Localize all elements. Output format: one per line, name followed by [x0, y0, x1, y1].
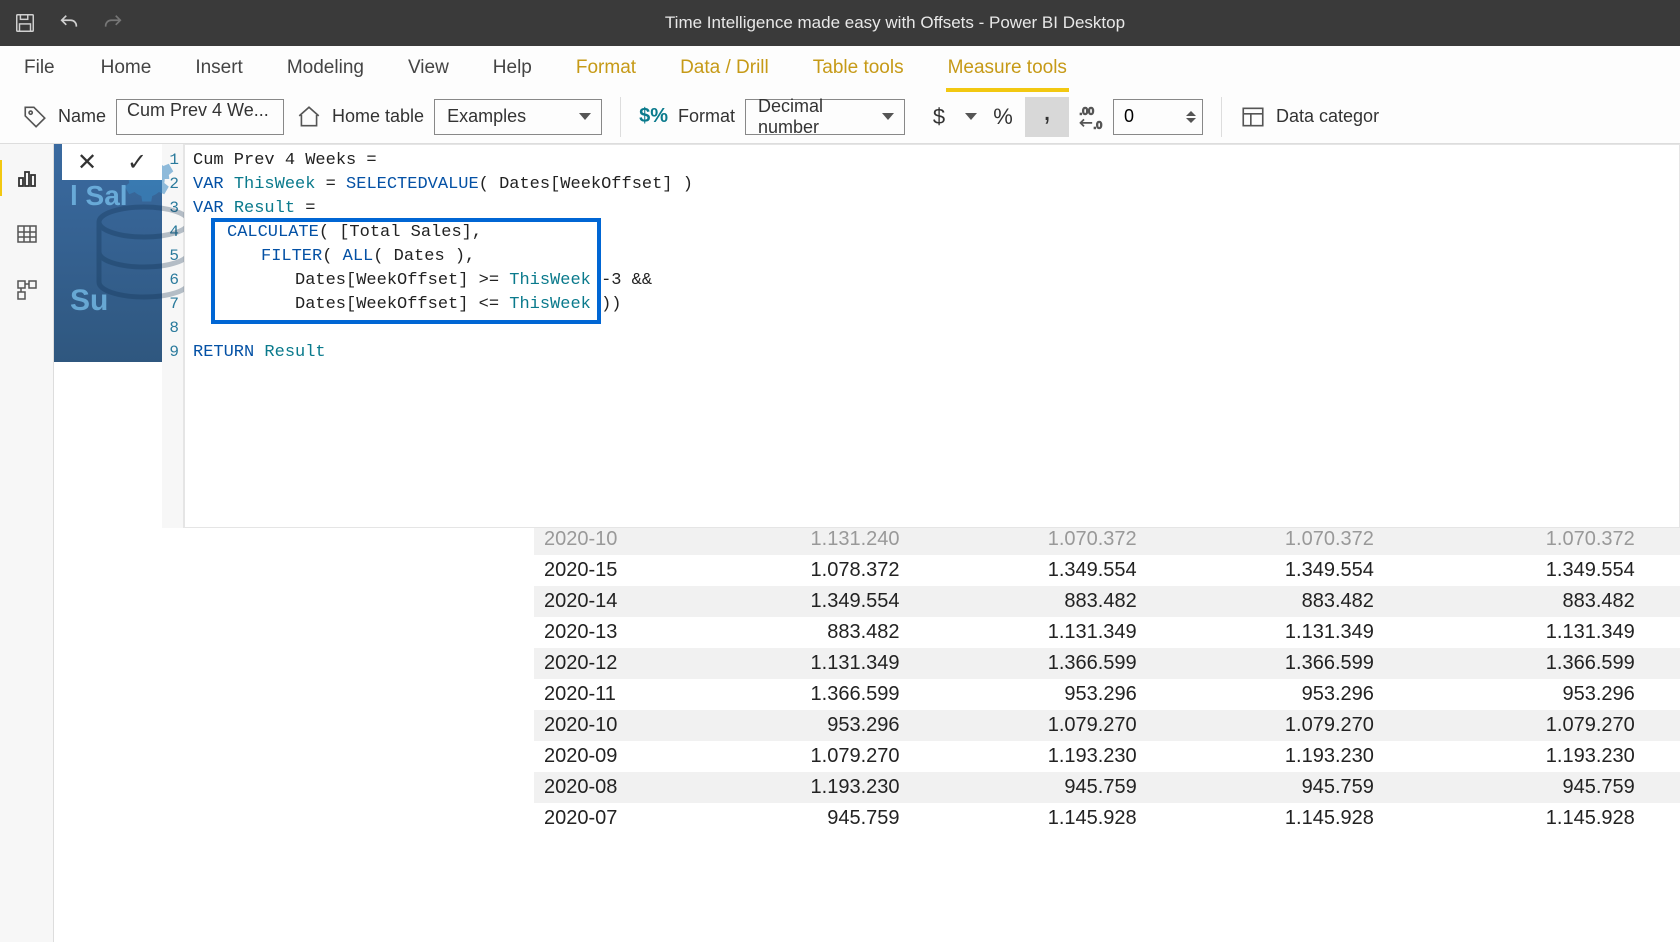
tab-measure-tools[interactable]: Measure tools — [926, 46, 1089, 90]
decimals-icon[interactable]: .00.0 — [1069, 97, 1113, 137]
format-label: Format — [678, 106, 735, 127]
view-switcher — [0, 144, 54, 942]
format-value: Decimal number — [758, 96, 842, 138]
table-row[interactable]: 2020-111.366.599953.296953.296953.2964. — [534, 679, 1680, 710]
table-row[interactable]: 2020-07945.7591.145.9281.145.9281.145.92… — [534, 803, 1680, 834]
tab-modeling[interactable]: Modeling — [265, 46, 386, 90]
data-view-icon[interactable] — [13, 220, 41, 248]
home-icon — [296, 104, 322, 130]
window-title: Time Intelligence made easy with Offsets… — [124, 13, 1666, 33]
home-table-dropdown[interactable]: Examples — [434, 99, 602, 135]
format-icon: $% — [639, 105, 668, 128]
ribbon-content: Name Cum Prev 4 We... Home table Example… — [0, 90, 1680, 144]
tab-data-drill[interactable]: Data / Drill — [658, 46, 791, 90]
tab-home[interactable]: Home — [79, 46, 174, 90]
save-icon[interactable] — [14, 12, 36, 34]
percent-button[interactable]: % — [981, 97, 1025, 137]
format-dropdown[interactable]: Decimal number — [745, 99, 905, 135]
table-row[interactable]: 2020-10953.2961.079.2701.079.2701.079.27… — [534, 710, 1680, 741]
tab-help[interactable]: Help — [471, 46, 554, 90]
ribbon-tabs: File Home Insert Modeling View Help Form… — [0, 46, 1680, 90]
table-row[interactable]: 2020-141.349.554883.482883.482883.4824. — [534, 586, 1680, 617]
currency-button[interactable]: $ — [917, 97, 961, 137]
category-icon — [1240, 104, 1266, 130]
table-row[interactable]: 2020-081.193.230945.759945.759945.7594. — [534, 772, 1680, 803]
measure-name-input[interactable]: Cum Prev 4 We... — [116, 99, 284, 135]
tab-format[interactable]: Format — [554, 46, 658, 90]
decimals-value: 0 — [1114, 106, 1186, 127]
thousands-sep-button[interactable]: , — [1025, 97, 1069, 137]
formula-editor[interactable]: Cum Prev 4 Weeks = VAR ThisWeek = SELECT… — [184, 144, 1680, 528]
tab-table-tools[interactable]: Table tools — [791, 46, 926, 90]
table-row[interactable]: 2020-091.079.2701.193.2301.193.2301.193.… — [534, 741, 1680, 772]
redo-icon[interactable] — [102, 12, 124, 34]
result-table[interactable]: 2020-101.131.2401.070.3721.070.3721.070.… — [534, 528, 1680, 834]
tab-view[interactable]: View — [386, 46, 471, 90]
data-category-label: Data categor — [1276, 106, 1379, 127]
home-table-value: Examples — [447, 106, 526, 127]
chevron-down-icon — [579, 113, 591, 120]
tab-file[interactable]: File — [0, 46, 79, 90]
table-row[interactable]: 2020-121.131.3491.366.5991.366.5991.366.… — [534, 648, 1680, 679]
tag-icon — [22, 104, 48, 130]
decimals-spinner[interactable]: 0 — [1113, 99, 1203, 135]
cancel-formula-button[interactable]: ✕ — [62, 144, 112, 180]
chevron-down-icon — [882, 113, 894, 120]
name-label: Name — [58, 106, 106, 127]
model-view-icon[interactable] — [13, 276, 41, 304]
table-row[interactable]: 2020-151.078.3721.349.5541.349.5541.349.… — [534, 555, 1680, 586]
svg-text:.00: .00 — [1079, 105, 1094, 117]
table-row[interactable]: 2020-13883.4821.131.3491.131.3491.131.34… — [534, 617, 1680, 648]
tab-insert[interactable]: Insert — [173, 46, 265, 90]
currency-dropdown[interactable] — [961, 97, 981, 137]
report-view-icon[interactable] — [13, 164, 41, 192]
commit-formula-button[interactable]: ✓ — [112, 144, 162, 180]
title-bar: Time Intelligence made easy with Offsets… — [0, 0, 1680, 46]
undo-icon[interactable] — [58, 12, 80, 34]
svg-text:.0: .0 — [1093, 119, 1102, 130]
table-row[interactable]: 2020-101.131.2401.070.3721.070.3721.070.… — [534, 528, 1680, 555]
home-table-label: Home table — [332, 106, 424, 127]
report-bg-tile: l Sal Su ✕ ✓ — [54, 144, 162, 362]
